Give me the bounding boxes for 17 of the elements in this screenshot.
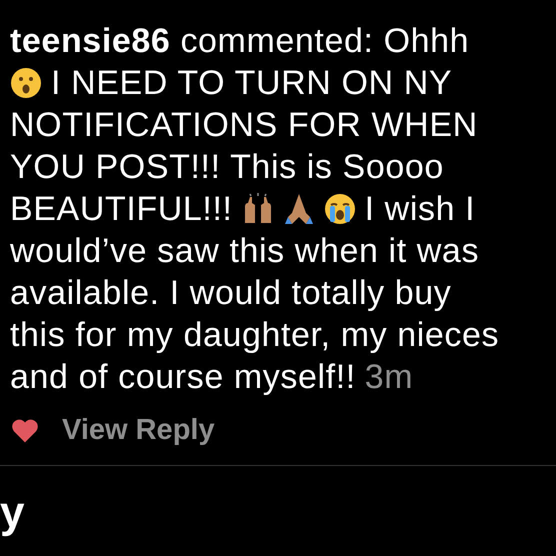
crying-face-icon — [324, 193, 356, 225]
comment-text: available. I would totally buy — [10, 273, 452, 314]
comment-text: and of course myself!! — [10, 357, 356, 398]
surprised-face-icon — [10, 67, 42, 99]
comment-text: NOTIFICATIONS FOR WHEN — [10, 105, 478, 146]
praying-hands-icon — [282, 193, 315, 225]
comment-text: teensie86 commented: Ohhh — [10, 21, 470, 62]
timestamp: 3m — [364, 357, 414, 398]
comment-text: this for my daughter, my nieces — [10, 315, 500, 356]
partial-text: y — [0, 488, 24, 538]
comment-text: YOU POST!!! This is Soooo — [10, 147, 444, 188]
comment-text: BEAUTIFUL!!! — [10, 189, 233, 230]
comment-text: I wish I — [364, 189, 476, 230]
comment-text: would’ve saw this when it was — [10, 231, 480, 272]
heart-icon[interactable] — [12, 418, 38, 442]
comment-text: I NEED TO TURN ON NY — [51, 63, 452, 104]
view-reply-button[interactable]: View Reply — [62, 414, 215, 447]
